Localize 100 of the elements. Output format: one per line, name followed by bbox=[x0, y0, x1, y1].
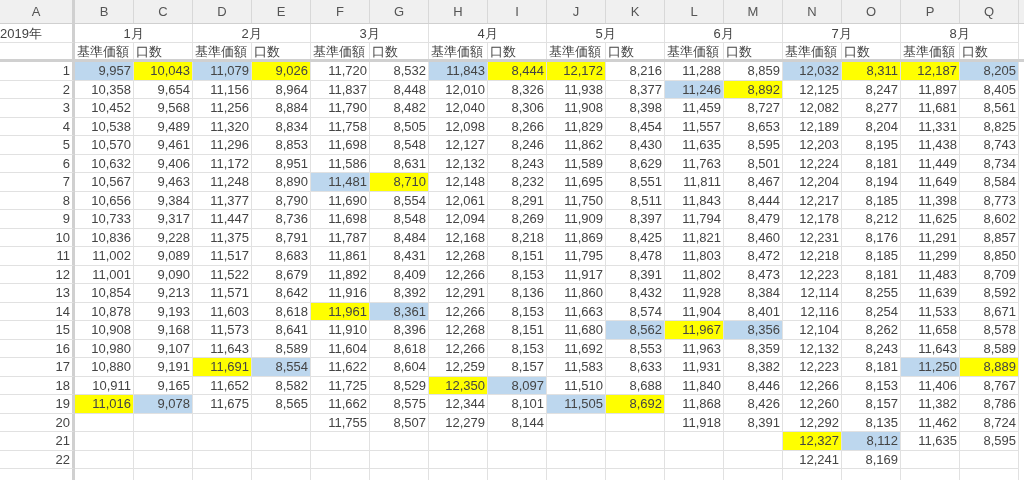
table-cell: 11,375 bbox=[193, 228, 252, 247]
table-cell: 9,463 bbox=[134, 173, 193, 192]
table-cell: 8,430 bbox=[606, 136, 665, 155]
column-header[interactable]: G bbox=[370, 0, 429, 23]
table-cell: 8,153 bbox=[488, 265, 547, 284]
table-cell: 11,288 bbox=[665, 62, 724, 81]
table-cell: 9,213 bbox=[134, 284, 193, 303]
table-cell: 11,449 bbox=[901, 154, 960, 173]
table-cell: 11,172 bbox=[193, 154, 252, 173]
column-label: 口数 bbox=[136, 44, 162, 58]
table-cell: 8,618 bbox=[370, 339, 429, 358]
column-header[interactable]: L bbox=[665, 0, 724, 23]
table-cell: 8,391 bbox=[724, 413, 783, 432]
table-cell: 8,478 bbox=[606, 247, 665, 266]
table-cell: 11,794 bbox=[665, 210, 724, 229]
table-cell: 12,094 bbox=[429, 210, 488, 229]
table-cell: 8,834 bbox=[252, 117, 311, 136]
table-cell: 12,189 bbox=[783, 117, 842, 136]
table-cell: 12,125 bbox=[783, 80, 842, 99]
table-cell: 10,854 bbox=[75, 284, 134, 303]
empty-cell bbox=[547, 432, 606, 451]
column-header[interactable]: P bbox=[901, 0, 960, 23]
column-header[interactable]: K bbox=[606, 0, 665, 23]
table-cell: 8,446 bbox=[724, 376, 783, 395]
table-cell: 12,114 bbox=[783, 284, 842, 303]
row-number: 5 bbox=[62, 138, 70, 152]
column-header[interactable]: O bbox=[842, 0, 901, 23]
column-header[interactable]: M bbox=[724, 0, 783, 23]
table-cell: 8,255 bbox=[842, 284, 901, 303]
row-number: 4 bbox=[62, 119, 70, 133]
table-cell: 8,562 bbox=[606, 321, 665, 340]
table-cell: 11,557 bbox=[665, 117, 724, 136]
month-header: 7月 bbox=[831, 26, 852, 40]
table-cell: 8,554 bbox=[370, 191, 429, 210]
table-cell: 8,853 bbox=[252, 136, 311, 155]
table-cell: 11,918 bbox=[665, 413, 724, 432]
table-cell: 8,195 bbox=[842, 136, 901, 155]
table-cell: 8,734 bbox=[960, 154, 1019, 173]
table-cell: 8,472 bbox=[724, 247, 783, 266]
table-cell: 11,840 bbox=[665, 376, 724, 395]
row-number: 1 bbox=[62, 64, 70, 78]
table-cell: 11,635 bbox=[665, 136, 724, 155]
table-cell: 11,662 bbox=[311, 395, 370, 414]
table-cell: 8,791 bbox=[252, 228, 311, 247]
table-cell: 11,382 bbox=[901, 395, 960, 414]
column-label: 基準価額 bbox=[667, 44, 719, 58]
table-cell: 10,836 bbox=[75, 228, 134, 247]
empty-cell bbox=[134, 413, 193, 432]
table-cell: 12,218 bbox=[783, 247, 842, 266]
column-header[interactable]: B bbox=[75, 0, 134, 23]
table-cell: 10,656 bbox=[75, 191, 134, 210]
column-header[interactable]: N bbox=[783, 0, 842, 23]
table-cell: 11,481 bbox=[311, 173, 370, 192]
table-cell: 8,291 bbox=[488, 191, 547, 210]
column-header[interactable]: E bbox=[252, 0, 311, 23]
table-cell: 11,750 bbox=[547, 191, 606, 210]
table-cell: 8,426 bbox=[724, 395, 783, 414]
table-cell: 8,964 bbox=[252, 80, 311, 99]
table-cell: 12,259 bbox=[429, 358, 488, 377]
table-cell: 12,268 bbox=[429, 321, 488, 340]
column-label: 口数 bbox=[844, 44, 870, 58]
table-cell: 8,181 bbox=[842, 154, 901, 173]
table-cell: 8,136 bbox=[488, 284, 547, 303]
column-header[interactable]: J bbox=[547, 0, 606, 23]
table-cell: 8,641 bbox=[252, 321, 311, 340]
table-cell: 11,573 bbox=[193, 321, 252, 340]
table-cell: 8,724 bbox=[960, 413, 1019, 432]
column-header[interactable]: D bbox=[193, 0, 252, 23]
month-header: 1月 bbox=[123, 26, 144, 40]
table-cell: 8,185 bbox=[842, 191, 901, 210]
row-number: 10 bbox=[55, 230, 70, 244]
empty-cell bbox=[75, 413, 134, 432]
table-cell: 8,204 bbox=[842, 117, 901, 136]
table-cell: 12,223 bbox=[783, 265, 842, 284]
column-header[interactable]: A bbox=[0, 0, 75, 23]
column-header[interactable]: H bbox=[429, 0, 488, 23]
table-cell: 11,635 bbox=[901, 432, 960, 451]
table-cell: 11,803 bbox=[665, 247, 724, 266]
column-header[interactable]: I bbox=[488, 0, 547, 23]
empty-cell bbox=[488, 432, 547, 451]
table-cell: 11,522 bbox=[193, 265, 252, 284]
table-cell: 8,501 bbox=[724, 154, 783, 173]
table-cell: 8,212 bbox=[842, 210, 901, 229]
table-cell: 8,507 bbox=[370, 413, 429, 432]
table-cell: 11,603 bbox=[193, 302, 252, 321]
table-cell: 8,790 bbox=[252, 191, 311, 210]
table-cell: 12,010 bbox=[429, 80, 488, 99]
table-cell: 11,299 bbox=[901, 247, 960, 266]
table-cell: 12,266 bbox=[429, 302, 488, 321]
table-cell: 11,837 bbox=[311, 80, 370, 99]
table-cell: 11,795 bbox=[547, 247, 606, 266]
table-cell: 11,652 bbox=[193, 376, 252, 395]
column-header[interactable]: F bbox=[311, 0, 370, 23]
table-cell: 8,246 bbox=[488, 136, 547, 155]
table-cell: 11,001 bbox=[75, 265, 134, 284]
column-header[interactable]: C bbox=[134, 0, 193, 23]
column-header[interactable]: Q bbox=[960, 0, 1019, 23]
table-cell: 8,151 bbox=[488, 247, 547, 266]
table-cell: 11,790 bbox=[311, 99, 370, 118]
table-cell: 12,344 bbox=[429, 395, 488, 414]
